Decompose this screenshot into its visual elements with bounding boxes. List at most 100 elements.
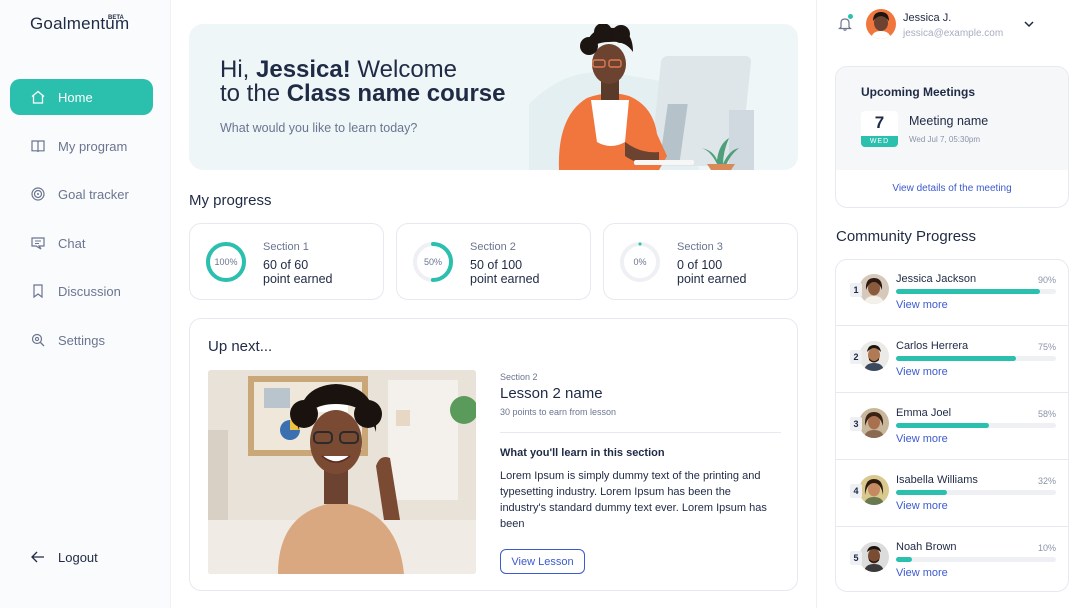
avatar[interactable] <box>859 475 889 505</box>
member-percent: 10% <box>1037 543 1056 553</box>
view-meeting-details-link[interactable]: View details of the meeting <box>836 183 1068 194</box>
meeting-name: Meeting name <box>909 114 989 128</box>
progress-bar <box>896 423 1056 428</box>
progress-card-section-3[interactable]: 0% Section 3 0 of 100 point earned <box>603 223 798 300</box>
book-icon <box>30 138 46 154</box>
member-percent: 58% <box>1037 409 1056 419</box>
logout-icon <box>30 549 46 565</box>
avatar[interactable] <box>859 542 889 572</box>
community-progress-title: Community Progress <box>836 228 977 245</box>
avatar[interactable] <box>859 274 889 304</box>
rank-badge: 4 <box>850 484 862 498</box>
member-name: Carlos Herrera <box>896 340 969 352</box>
member-name: Noah Brown <box>896 541 957 553</box>
welcome-banner: Hi, Jessica! Welcome to the Class name c… <box>189 24 798 170</box>
list-item: 1 Jessica Jackson 90% View more <box>836 260 1068 326</box>
community-progress-list: 1 Jessica Jackson 90% View more 2 Carlos… <box>835 259 1069 592</box>
notification-dot <box>848 14 853 19</box>
member-percent: 75% <box>1037 342 1056 352</box>
member-name: Jessica Jackson <box>896 273 977 285</box>
rank-badge: 1 <box>850 283 862 297</box>
progress-percent: 100% <box>214 257 238 267</box>
section-label: Section 1 <box>263 241 309 253</box>
chat-icon <box>30 235 46 251</box>
list-item: 2 Carlos Herrera 75% View more <box>836 327 1068 393</box>
view-lesson-button[interactable]: View Lesson <box>500 549 585 574</box>
member-percent: 32% <box>1037 476 1056 486</box>
bookmark-icon <box>30 283 46 299</box>
view-more-link[interactable]: View more <box>896 567 948 579</box>
section-label: Section 2 <box>470 241 516 253</box>
logout-label: Logout <box>58 549 98 565</box>
chevron-down-icon[interactable] <box>1023 18 1035 30</box>
view-more-link[interactable]: View more <box>896 366 948 378</box>
progress-card-section-2[interactable]: 50% Section 2 50 of 100 point earned <box>396 223 591 300</box>
progress-percent: 0% <box>633 257 647 267</box>
view-more-link[interactable]: View more <box>896 433 948 445</box>
user-email: jessica@example.com <box>903 28 1004 39</box>
user-avatar[interactable] <box>866 9 896 39</box>
sidebar-item-my-program[interactable]: My program <box>10 128 153 164</box>
sidebar-item-settings[interactable]: Settings <box>10 322 153 358</box>
view-more-link[interactable]: View more <box>896 299 948 311</box>
right-panel: Jessica J. jessica@example.com Upcoming … <box>816 0 1080 608</box>
sidebar-item-home[interactable]: Home <box>10 79 153 115</box>
progress-bar <box>896 557 1056 562</box>
avatar[interactable] <box>859 341 889 371</box>
view-more-link[interactable]: View more <box>896 500 948 512</box>
home-icon <box>30 89 46 105</box>
lesson-title: Lesson 2 name <box>500 385 603 402</box>
sidebar-item-label: Home <box>58 89 93 105</box>
meeting-day-number: 7 <box>874 113 885 132</box>
rank-badge: 5 <box>850 551 862 565</box>
my-progress-title: My progress <box>189 192 272 209</box>
meeting-date-badge: 7 WED <box>861 111 898 147</box>
member-percent: 90% <box>1037 275 1056 285</box>
lesson-description: Lorem Ipsum is simply dummy text of the … <box>500 470 767 530</box>
progress-bar <box>896 356 1056 361</box>
progress-bar <box>896 289 1056 294</box>
learner-illustration <box>529 24 754 170</box>
progress-card-section-1[interactable]: 100% Section 1 60 of 60 point earned <box>189 223 384 300</box>
avatar[interactable] <box>859 408 889 438</box>
upcoming-meetings-card: Upcoming Meetings 7 WED Meeting name Wed… <box>835 66 1069 208</box>
lesson-points: 30 points to earn from lesson <box>500 407 617 417</box>
lesson-section-label: Section 2 <box>500 372 538 382</box>
target-icon <box>30 186 46 202</box>
welcome-heading: Hi, Jessica! Welcome to the Class name c… <box>220 56 506 107</box>
list-item: 4 Isabella Williams 32% View more <box>836 461 1068 527</box>
up-next-title: Up next... <box>208 338 273 355</box>
list-item: 5 Noah Brown 10% View more <box>836 528 1068 591</box>
sidebar-item-label: Goal tracker <box>58 186 129 202</box>
points-earned: 60 of 60 point earned <box>263 258 333 286</box>
welcome-subtitle: What would you like to learn today? <box>220 121 418 135</box>
gear-icon <box>30 332 46 348</box>
up-next-card: Up next... Section 2 Lesson 2 name 30 po… <box>189 318 798 591</box>
rank-badge: 2 <box>850 350 862 364</box>
member-name: Isabella Williams <box>896 474 978 486</box>
list-item: 3 Emma Joel 58% View more <box>836 394 1068 460</box>
sidebar-item-discussion[interactable]: Discussion <box>10 273 153 309</box>
sidebar-item-goal-tracker[interactable]: Goal tracker <box>10 176 153 212</box>
points-earned: 50 of 100 point earned <box>470 258 540 286</box>
user-name: Jessica J. <box>903 12 952 24</box>
progress-bar <box>896 490 1056 495</box>
sidebar-item-label: Discussion <box>58 283 121 299</box>
sidebar-item-label: Settings <box>58 332 105 348</box>
rank-badge: 3 <box>850 417 862 431</box>
points-earned: 0 of 100 point earned <box>677 258 747 286</box>
section-label: Section 3 <box>677 241 723 253</box>
meeting-time: Wed Jul 7, 05:30pm <box>909 135 981 144</box>
sidebar: Goalmentum BETA Home My program Goal tra… <box>0 0 171 608</box>
learn-heading: What you'll learn in this section <box>500 447 665 459</box>
member-name: Emma Joel <box>896 407 952 419</box>
divider <box>500 432 781 433</box>
logout-button[interactable]: Logout <box>10 539 153 575</box>
progress-percent: 50% <box>423 257 442 267</box>
meetings-title: Upcoming Meetings <box>861 85 976 99</box>
lesson-thumbnail[interactable] <box>208 370 476 574</box>
meeting-weekday: WED <box>861 136 898 147</box>
sidebar-item-label: My program <box>58 138 128 154</box>
sidebar-item-label: Chat <box>58 235 86 251</box>
sidebar-item-chat[interactable]: Chat <box>10 225 153 261</box>
